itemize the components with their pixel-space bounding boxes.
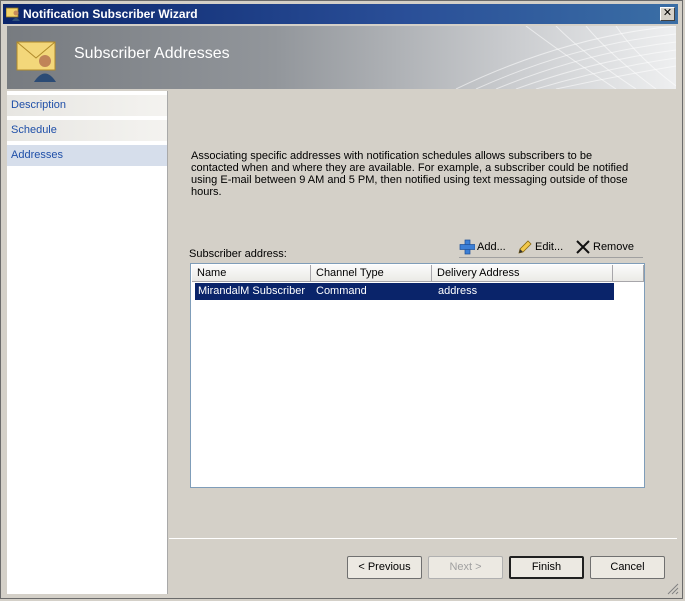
resize-grip-icon[interactable] [667, 583, 679, 595]
finish-button[interactable]: Finish [509, 556, 584, 579]
cell-name: MirandalM Subscriber [198, 285, 305, 297]
column-header-filler [613, 265, 644, 282]
sidebar-separator [7, 116, 167, 117]
table-row[interactable]: MirandalM Subscriber Command address [195, 283, 614, 300]
sidebar-item-description[interactable]: Description [7, 95, 167, 116]
add-button-label: Add... [477, 241, 506, 253]
next-button[interactable]: Next > [428, 556, 503, 579]
column-header-channel-type[interactable]: Channel Type [311, 265, 432, 282]
wizard-steps-sidebar: Description Schedule Addresses [7, 91, 168, 594]
previous-button[interactable]: < Previous [347, 556, 422, 579]
banner-title: Subscriber Addresses [74, 45, 230, 62]
column-header-name[interactable]: Name [192, 265, 311, 282]
window-title: Notification Subscriber Wizard [23, 7, 198, 21]
column-header-delivery-address[interactable]: Delivery Address [432, 265, 613, 282]
title-bar: Notification Subscriber Wizard ✕ [3, 4, 678, 24]
decorative-arcs-graphic [455, 26, 676, 89]
sidebar-item-schedule[interactable]: Schedule [7, 120, 167, 141]
cell-channel-type: Command [316, 285, 367, 297]
footer-divider [169, 538, 677, 539]
wizard-banner: Subscriber Addresses [7, 26, 676, 89]
pencil-icon [518, 240, 532, 254]
wizard-app-icon [6, 7, 20, 21]
close-button[interactable]: ✕ [660, 7, 675, 21]
address-toolbar: Add... Edit... Remove [459, 236, 643, 258]
sidebar-separator [7, 141, 167, 142]
plus-icon [459, 239, 475, 255]
remove-button-label: Remove [593, 241, 634, 253]
add-button[interactable]: Add... [459, 238, 514, 256]
subscriber-address-list[interactable]: Name Channel Type Delivery Address Miran… [190, 263, 645, 488]
remove-button[interactable]: Remove [575, 238, 639, 256]
wizard-content: Associating specific addresses with noti… [169, 91, 677, 594]
close-icon: ✕ [662, 7, 673, 19]
x-delete-icon [576, 240, 590, 254]
edit-button[interactable]: Edit... [517, 238, 572, 256]
envelope-user-icon [16, 41, 56, 82]
wizard-window: Notification Subscriber Wizard ✕ Subscri… [0, 0, 683, 599]
page-description: Associating specific addresses with noti… [191, 150, 629, 198]
cancel-button[interactable]: Cancel [590, 556, 665, 579]
subscriber-address-label: Subscriber address: [189, 248, 287, 260]
edit-button-label: Edit... [535, 241, 564, 253]
cell-delivery-address: address [438, 285, 478, 297]
sidebar-item-addresses[interactable]: Addresses [7, 145, 167, 166]
